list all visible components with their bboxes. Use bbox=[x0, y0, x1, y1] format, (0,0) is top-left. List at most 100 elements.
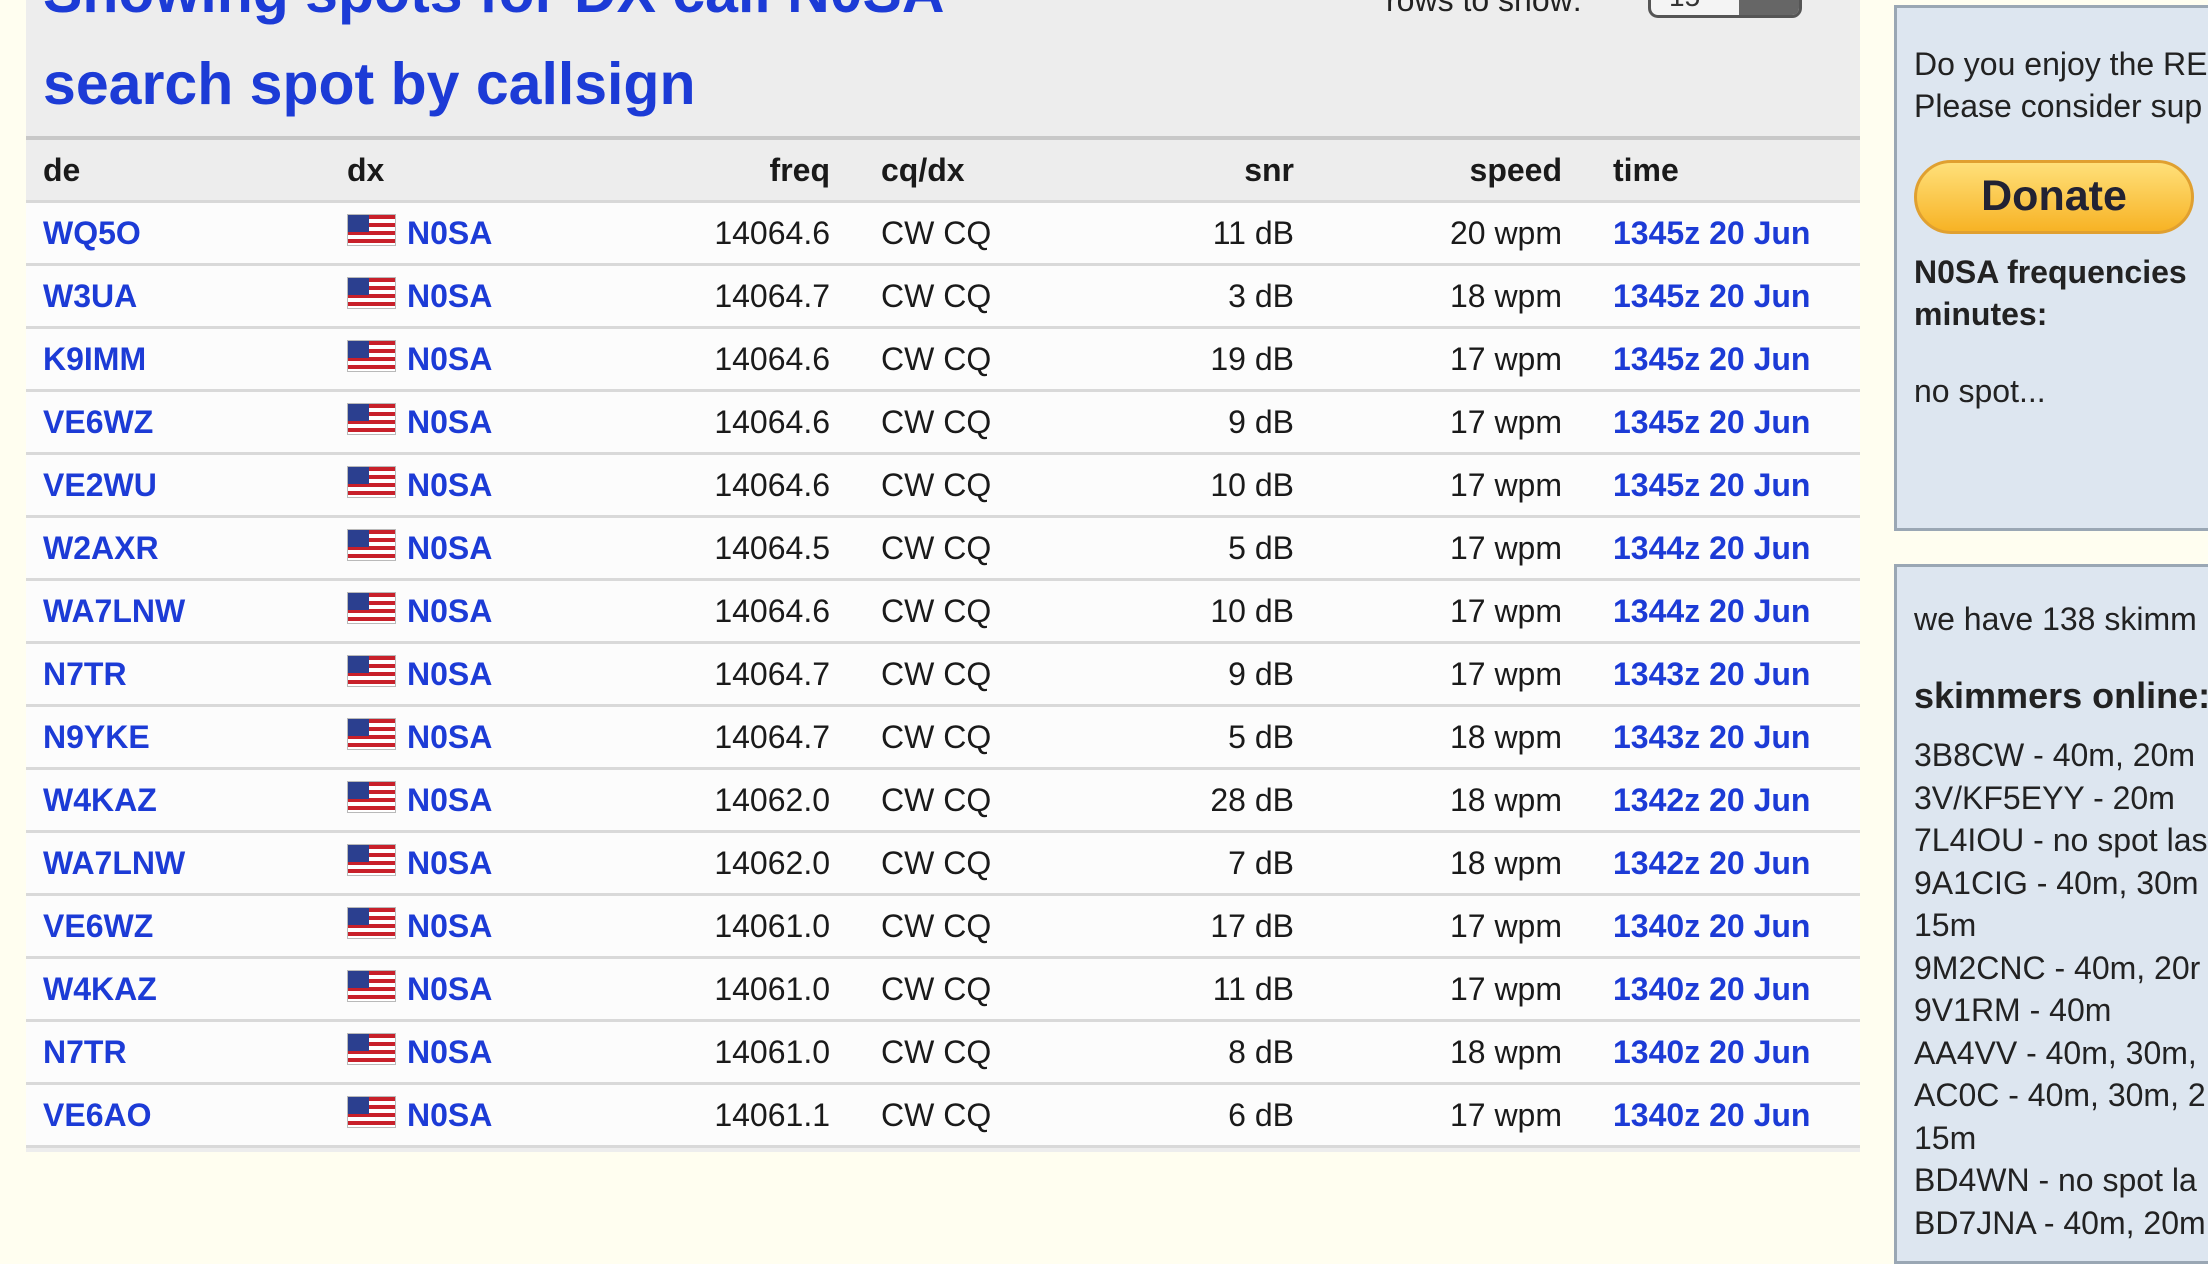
spots-table: de dx freq cq/dx snr speed time WQ5O N0SA… bbox=[26, 136, 1860, 1148]
cell-freq: 14064.7 bbox=[661, 705, 864, 770]
col-freq[interactable]: freq bbox=[661, 136, 864, 203]
skimmers-box: we have 138 skimm skimmers online: 3B8CW… bbox=[1894, 564, 2208, 1264]
cell-time: 1343z 20 Jun bbox=[1596, 705, 1860, 770]
cell-de: K9IMM bbox=[26, 327, 330, 392]
frequencies-title-line-2: minutes: bbox=[1914, 296, 2048, 332]
de-link[interactable]: K9IMM bbox=[43, 341, 146, 377]
cell-mode: CW CQ bbox=[864, 516, 1079, 581]
cell-speed: 17 wpm bbox=[1328, 327, 1596, 392]
dx-link[interactable]: N0SA bbox=[407, 341, 492, 377]
col-time[interactable]: time bbox=[1596, 136, 1860, 203]
col-dx[interactable]: dx bbox=[330, 136, 661, 203]
cell-time: 1344z 20 Jun bbox=[1596, 579, 1860, 644]
enjoy-line-2: Please consider sup bbox=[1914, 88, 2203, 124]
de-link[interactable]: W2AXR bbox=[43, 530, 159, 566]
cell-mode: CW CQ bbox=[864, 201, 1079, 266]
cell-dx: N0SA bbox=[330, 957, 661, 1022]
de-link[interactable]: W3UA bbox=[43, 278, 137, 314]
skimmer-item: 7L4IOU - no spot las bbox=[1914, 822, 2208, 858]
time-link[interactable]: 1340z 20 Jun bbox=[1613, 1034, 1810, 1070]
de-link[interactable]: W4KAZ bbox=[43, 782, 157, 818]
cell-mode: CW CQ bbox=[864, 894, 1079, 959]
de-link[interactable]: N9YKE bbox=[43, 719, 150, 755]
dx-link[interactable]: N0SA bbox=[407, 908, 492, 944]
cell-freq: 14061.1 bbox=[661, 1083, 864, 1148]
dx-link[interactable]: N0SA bbox=[407, 530, 492, 566]
time-link[interactable]: 1343z 20 Jun bbox=[1613, 656, 1810, 692]
de-link[interactable]: W4KAZ bbox=[43, 971, 157, 1007]
time-link[interactable]: 1340z 20 Jun bbox=[1613, 908, 1810, 944]
cell-freq: 14064.6 bbox=[661, 390, 864, 455]
cell-mode: CW CQ bbox=[864, 1020, 1079, 1085]
time-link[interactable]: 1342z 20 Jun bbox=[1613, 782, 1810, 818]
col-speed[interactable]: speed bbox=[1328, 136, 1596, 203]
dx-link[interactable]: N0SA bbox=[407, 1034, 492, 1070]
time-link[interactable]: 1340z 20 Jun bbox=[1613, 1097, 1810, 1133]
time-link[interactable]: 1345z 20 Jun bbox=[1613, 278, 1810, 314]
us-flag-icon bbox=[347, 655, 396, 687]
de-link[interactable]: WA7LNW bbox=[43, 593, 185, 629]
rows-to-show-select[interactable]: 15 bbox=[1648, 0, 1802, 18]
dx-link[interactable]: N0SA bbox=[407, 278, 492, 314]
donate-button[interactable]: Donate bbox=[1914, 160, 2194, 234]
dx-link[interactable]: N0SA bbox=[407, 593, 492, 629]
rows-to-show-label: rows to show: bbox=[1386, 0, 1582, 18]
de-link[interactable]: VE6AO bbox=[43, 1097, 151, 1133]
dx-link[interactable]: N0SA bbox=[407, 1097, 492, 1133]
time-link[interactable]: 1342z 20 Jun bbox=[1613, 845, 1810, 881]
de-link[interactable]: VE6WZ bbox=[43, 404, 153, 440]
time-link[interactable]: 1345z 20 Jun bbox=[1613, 467, 1810, 503]
skimmer-item: BD7JNA - 40m, 20m bbox=[1914, 1204, 2206, 1241]
col-cqdx[interactable]: cq/dx bbox=[864, 136, 1079, 203]
skimmer-item: AA4VV - 40m, 30m, bbox=[1914, 1034, 2197, 1071]
rows-to-show-value: 15 bbox=[1669, 0, 1700, 13]
cell-snr: 11 dB bbox=[1079, 957, 1328, 1022]
de-link[interactable]: WA7LNW bbox=[43, 845, 185, 881]
cell-time: 1340z 20 Jun bbox=[1596, 1083, 1860, 1148]
cell-mode: CW CQ bbox=[864, 264, 1079, 329]
skimmer-item: AC0C - 40m, 30m, 2 bbox=[1914, 1077, 2206, 1113]
us-flag-icon bbox=[347, 781, 396, 813]
cell-speed: 18 wpm bbox=[1328, 1020, 1596, 1085]
dx-link[interactable]: N0SA bbox=[407, 404, 492, 440]
time-link[interactable]: 1345z 20 Jun bbox=[1613, 341, 1810, 377]
us-flag-icon bbox=[347, 277, 396, 309]
dx-link[interactable]: N0SA bbox=[407, 656, 492, 692]
time-link[interactable]: 1345z 20 Jun bbox=[1613, 215, 1810, 251]
dx-link[interactable]: N0SA bbox=[407, 782, 492, 818]
cell-mode: CW CQ bbox=[864, 579, 1079, 644]
de-link[interactable]: VE2WU bbox=[43, 467, 157, 503]
time-link[interactable]: 1345z 20 Jun bbox=[1613, 404, 1810, 440]
cell-speed: 17 wpm bbox=[1328, 957, 1596, 1022]
chevron-down-icon[interactable] bbox=[1739, 0, 1799, 15]
cell-de: VE6WZ bbox=[26, 390, 330, 455]
time-link[interactable]: 1340z 20 Jun bbox=[1613, 971, 1810, 1007]
cell-de: WA7LNW bbox=[26, 831, 330, 896]
cell-snr: 5 dB bbox=[1079, 705, 1328, 770]
de-link[interactable]: N7TR bbox=[43, 656, 127, 692]
search-spot-link[interactable]: search spot by callsign bbox=[43, 50, 696, 118]
col-de[interactable]: de bbox=[26, 136, 330, 203]
skimmer-item: BD4WN - no spot la bbox=[1914, 1162, 2197, 1198]
table-row: W2AXR N0SA 14064.5 CW CQ 5 dB 17 wpm 1344z 20 … bbox=[26, 516, 1860, 581]
de-link[interactable]: WQ5O bbox=[43, 215, 141, 251]
cell-freq: 14064.6 bbox=[661, 453, 864, 518]
skimmer-item: 9A1CIG - 40m, 30m bbox=[1914, 864, 2199, 901]
dx-link[interactable]: N0SA bbox=[407, 719, 492, 755]
time-link[interactable]: 1343z 20 Jun bbox=[1613, 719, 1810, 755]
time-link[interactable]: 1344z 20 Jun bbox=[1613, 593, 1810, 629]
dx-link[interactable]: N0SA bbox=[407, 845, 492, 881]
cell-dx: N0SA bbox=[330, 705, 661, 770]
time-link[interactable]: 1344z 20 Jun bbox=[1613, 530, 1810, 566]
skimmer-item: 15m bbox=[1914, 1119, 1977, 1156]
cell-speed: 17 wpm bbox=[1328, 453, 1596, 518]
table-row: N7TR N0SA 14061.0 CW CQ 8 dB 18 wpm 1340z 20 J… bbox=[26, 1020, 1860, 1085]
dx-link[interactable]: N0SA bbox=[407, 467, 492, 503]
dx-link[interactable]: N0SA bbox=[407, 971, 492, 1007]
cell-mode: CW CQ bbox=[864, 642, 1079, 707]
de-link[interactable]: N7TR bbox=[43, 1034, 127, 1070]
col-snr[interactable]: snr bbox=[1079, 136, 1328, 203]
de-link[interactable]: VE6WZ bbox=[43, 908, 153, 944]
cell-speed: 18 wpm bbox=[1328, 768, 1596, 833]
dx-link[interactable]: N0SA bbox=[407, 215, 492, 251]
